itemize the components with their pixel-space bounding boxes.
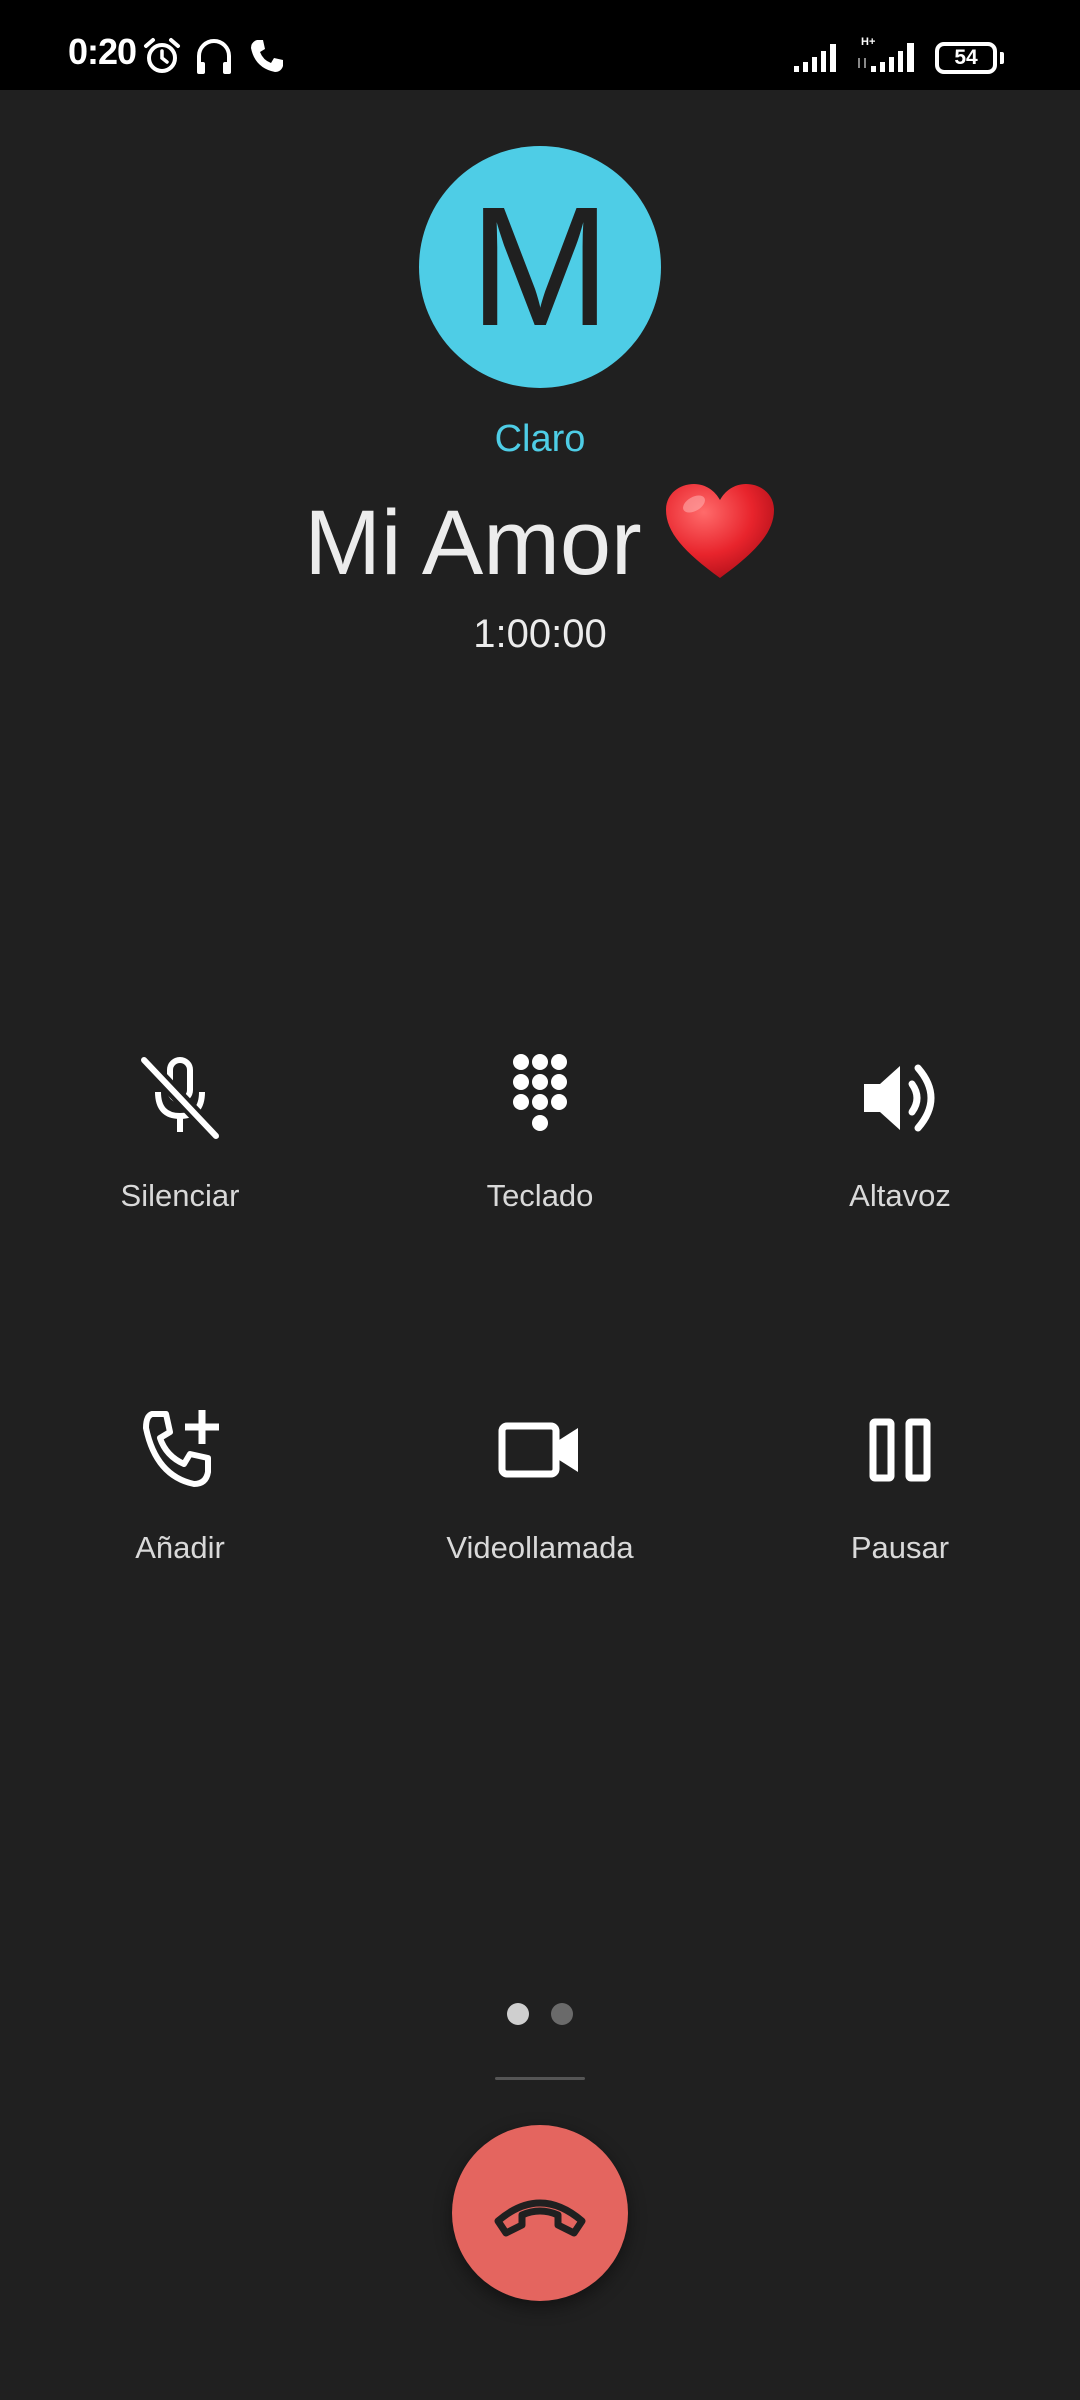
- contact-name-row: Mi Amor: [0, 482, 1080, 596]
- mute-label: Silenciar: [120, 1178, 240, 1213]
- mic-off-icon: [136, 1054, 224, 1142]
- mute-button[interactable]: Silenciar: [30, 1054, 330, 1294]
- keypad-button[interactable]: Teclado: [390, 1054, 690, 1294]
- phone-call-icon: [247, 36, 287, 76]
- svg-text:H+: H+: [861, 36, 875, 48]
- battery-indicator: 54: [935, 42, 997, 74]
- page-dot[interactable]: [551, 2003, 573, 2025]
- hold-label: Pausar: [850, 1530, 950, 1565]
- status-bar: 0:20 H+ 54: [0, 0, 1080, 90]
- divider: [495, 2077, 585, 2080]
- add-call-label: Añadir: [135, 1530, 225, 1565]
- video-call-button[interactable]: Videollamada: [390, 1406, 690, 1646]
- hplus-signal-icon: H+: [855, 36, 923, 76]
- speaker-label: Altavoz: [849, 1178, 951, 1213]
- pause-icon: [856, 1406, 944, 1494]
- in-call-screen: 0:20 H+ 54 M Claro Mi Amor 1:00:00 Silen…: [0, 0, 1080, 2400]
- speaker-icon: [856, 1054, 944, 1142]
- call-end-icon: [494, 2199, 586, 2237]
- end-call-button[interactable]: [452, 2125, 628, 2301]
- call-duration: 1:00:00: [473, 612, 607, 656]
- add-call-button[interactable]: Añadir: [30, 1406, 330, 1646]
- keypad-label: Teclado: [486, 1178, 594, 1213]
- contact-avatar: M: [419, 146, 661, 388]
- hold-button[interactable]: Pausar: [750, 1406, 1050, 1646]
- alarm-icon: [142, 36, 182, 76]
- status-time: 0:20: [68, 31, 137, 72]
- red-heart-emoji: [664, 482, 776, 582]
- speaker-button[interactable]: Altavoz: [750, 1054, 1050, 1294]
- add-call-icon: [136, 1406, 224, 1494]
- carrier-label: Claro: [494, 418, 586, 460]
- page-dot-active[interactable]: [507, 2003, 529, 2025]
- headset-icon: [194, 36, 234, 76]
- signal-icon: [792, 36, 844, 76]
- battery-nub: [1000, 52, 1004, 64]
- contact-name: Mi Amor: [304, 492, 642, 594]
- videocam-icon: [496, 1406, 584, 1494]
- video-call-label: Videollamada: [446, 1530, 634, 1565]
- dialpad-icon: [496, 1054, 584, 1142]
